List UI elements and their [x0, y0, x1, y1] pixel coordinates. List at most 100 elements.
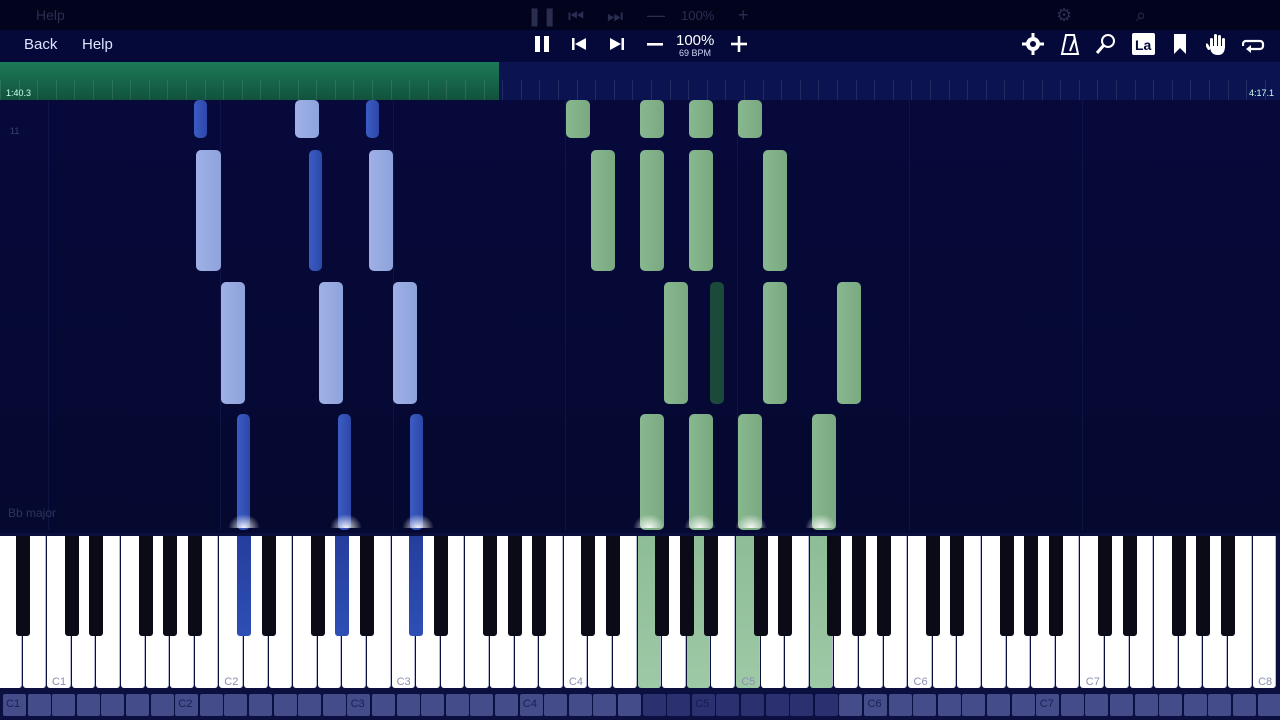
elapsed-time: 1:40.3 [6, 88, 32, 98]
mini-key [421, 694, 445, 716]
timeline-tick [93, 80, 94, 100]
falling-notes-area: 11 [0, 100, 1280, 530]
piano-keyboard[interactable]: C1 C2 C3 C4 C5 C6 C7 C8 [0, 533, 1280, 690]
ghost-search-icon: ⌕ [1136, 5, 1147, 25]
search-icon[interactable] [1095, 33, 1117, 55]
settings-gear-icon[interactable] [1022, 33, 1044, 55]
black-key[interactable] [1024, 536, 1039, 636]
octave-label: C8 [1258, 676, 1273, 688]
left-hand-note [237, 414, 250, 530]
mini-key [888, 694, 912, 716]
black-key[interactable] [409, 536, 424, 636]
black-key[interactable] [483, 536, 497, 636]
black-key[interactable] [827, 536, 842, 636]
previous-icon[interactable] [571, 36, 589, 52]
black-key[interactable] [507, 536, 522, 636]
timeline-tick [799, 80, 801, 100]
help-button[interactable]: Help [82, 36, 113, 53]
black-key[interactable] [753, 536, 768, 636]
timeline-tick [446, 80, 448, 100]
timeline-tick [855, 80, 857, 100]
black-key[interactable] [704, 536, 719, 636]
black-key[interactable] [852, 536, 866, 636]
octave-gridline [1082, 100, 1083, 530]
mini-key [249, 694, 272, 716]
mini-key [1085, 694, 1109, 716]
black-key[interactable] [655, 536, 670, 636]
black-key[interactable] [999, 536, 1014, 636]
mini-key [1060, 694, 1084, 716]
black-key[interactable] [15, 536, 30, 636]
ghost-next-icon: ⏭ [607, 6, 624, 26]
left-hand-note [319, 282, 343, 404]
right-hand-note [689, 100, 713, 138]
black-key[interactable] [950, 536, 965, 636]
timeline-tick [725, 80, 727, 100]
black-key[interactable] [360, 536, 374, 636]
white-key[interactable] [1252, 536, 1277, 688]
octave-label: C1 [52, 676, 67, 688]
zoom-in-plus-icon[interactable] [729, 35, 749, 53]
black-key[interactable] [138, 536, 153, 636]
black-key[interactable] [1048, 536, 1063, 636]
zoom-out-minus-icon[interactable] [645, 35, 665, 53]
hand-icon[interactable] [1206, 32, 1228, 56]
black-key[interactable] [237, 536, 251, 636]
timeline-tick [1116, 80, 1117, 100]
timeline-tick [316, 80, 318, 100]
black-key[interactable] [335, 536, 350, 636]
black-key[interactable] [532, 536, 547, 636]
black-key[interactable] [581, 536, 596, 636]
back-button[interactable]: Back [24, 36, 57, 53]
black-key[interactable] [606, 536, 620, 636]
black-key[interactable] [89, 536, 104, 636]
loop-icon[interactable] [1242, 35, 1266, 53]
mini-key [322, 694, 346, 716]
black-key[interactable] [1098, 536, 1112, 636]
black-key[interactable] [187, 536, 202, 636]
timeline-tick [669, 80, 671, 100]
progress-bar[interactable] [0, 62, 1280, 100]
black-key[interactable] [1171, 536, 1186, 636]
black-key[interactable] [1221, 536, 1235, 636]
metronome-icon[interactable] [1060, 33, 1080, 55]
note-hit-sparkle [735, 514, 767, 528]
mini-key [987, 694, 1010, 716]
mini-octave-label: C4 [522, 698, 537, 710]
black-key[interactable] [163, 536, 178, 636]
note-hit-sparkle [402, 514, 434, 528]
mini-key [126, 694, 149, 716]
note-labels-icon[interactable]: La [1132, 33, 1155, 55]
right-hand-note [738, 414, 762, 530]
timeline-tick [632, 80, 634, 100]
next-icon[interactable] [608, 36, 626, 52]
mini-key [741, 694, 764, 716]
black-key[interactable] [925, 536, 940, 636]
black-key[interactable] [261, 536, 276, 636]
timeline-tick [1023, 80, 1024, 100]
left-hand-note [221, 282, 245, 404]
mini-key [1183, 694, 1207, 716]
black-key[interactable] [1196, 536, 1211, 636]
mini-key [593, 694, 617, 716]
mini-key [76, 694, 100, 716]
black-key[interactable] [1122, 536, 1137, 636]
mini-keyboard-navigator[interactable]: C1 C2 C3 C4 C5 C6 C7 [0, 690, 1280, 720]
timeline-tick [967, 80, 969, 100]
timeline-tick [111, 80, 113, 100]
mini-key [716, 694, 740, 716]
black-key[interactable] [679, 536, 694, 636]
timeline-tick [1134, 80, 1136, 100]
mini-key [52, 694, 76, 716]
timeline-tick [985, 80, 987, 100]
pause-icon[interactable] [532, 34, 552, 54]
black-key[interactable] [64, 536, 79, 636]
black-key[interactable] [433, 536, 448, 636]
timeline-tick [372, 80, 373, 100]
timeline-tick [223, 80, 225, 100]
black-key[interactable] [310, 536, 325, 636]
bookmark-icon[interactable] [1172, 33, 1188, 55]
black-key[interactable] [778, 536, 793, 636]
black-key[interactable] [876, 536, 891, 636]
total-time: 4:17.1 [1248, 88, 1274, 98]
